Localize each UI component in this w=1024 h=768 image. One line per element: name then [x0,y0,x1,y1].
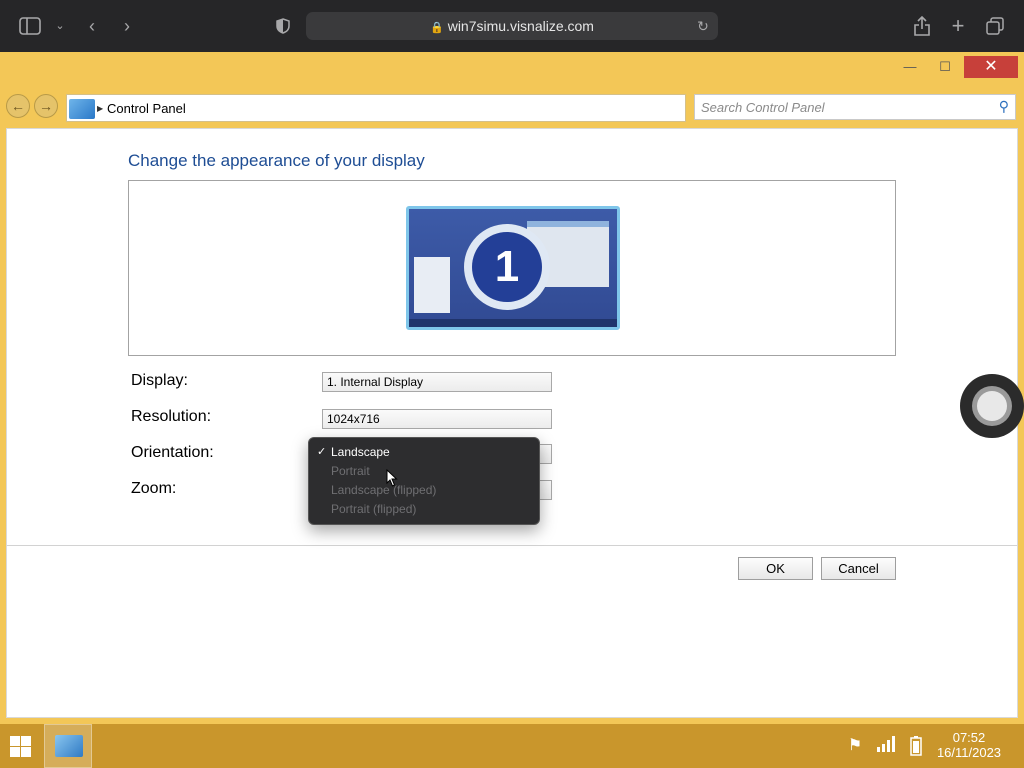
monitor-number-badge: 1 [464,224,550,310]
system-clock[interactable]: 07:52 16/11/2023 [930,730,1008,760]
sidebar-icon[interactable] [18,14,42,38]
display-preview: 1 [128,180,896,356]
page-title: Change the appearance of your display [128,151,425,170]
content-pane: Change the appearance of your display 1 … [6,128,1018,718]
divider [7,545,1017,546]
battery-icon[interactable] [906,736,926,756]
mouse-cursor-icon [386,469,398,487]
resolution-label: Resolution: [131,408,212,425]
url-text: win7simu.visnalize.com [447,18,594,34]
orientation-option-portrait-flipped[interactable]: Portrait (flipped) [309,500,539,519]
orientation-option-landscape-flipped[interactable]: Landscape (flipped) [309,481,539,500]
search-icon[interactable]: ⚲ [999,98,1009,115]
display-select[interactable]: 1. Internal Display [322,372,552,392]
back-icon[interactable]: ‹ [80,14,104,38]
address-bar[interactable]: ▶ Control Panel [66,94,686,122]
breadcrumb-control-panel[interactable]: Control Panel [107,95,186,123]
reload-icon[interactable]: ↻ [694,12,712,40]
search-input[interactable] [695,95,985,119]
chevron-down-icon[interactable]: ⌄ [48,14,72,38]
clock-date: 16/11/2023 [936,745,1002,760]
checkmark-icon: ✓ [317,446,327,458]
monitor-number: 1 [472,232,542,302]
browser-toolbar: ⌄ ‹ › 🔒 win7simu.visnalize.com ↻ + [0,0,1024,52]
url-bar[interactable]: 🔒 win7simu.visnalize.com ↻ [306,12,718,40]
monitor-window-left [414,257,450,313]
flag-icon[interactable]: ⚑ [845,736,865,756]
windows-start-icon[interactable] [8,734,32,758]
monitor-taskbar [409,319,617,327]
display-label: Display: [131,372,188,389]
minimize-button[interactable]: — [892,56,928,78]
control-panel-icon [55,735,83,757]
breadcrumb-arrow-icon[interactable]: ▶ [97,95,103,123]
control-panel-icon [69,99,95,119]
new-tab-icon[interactable]: + [946,14,970,38]
monitor-image[interactable]: 1 [406,206,620,330]
control-panel-window: — ☐ ✕ ← → ▶ Control Panel ⚲ Change the a… [0,52,1024,724]
nav-forward-button[interactable]: → [34,94,58,118]
search-box[interactable]: ⚲ [694,94,1016,120]
orientation-option-landscape[interactable]: ✓ Landscape [309,443,539,462]
nav-back-button[interactable]: ← [6,94,30,118]
tabs-overview-icon[interactable] [983,14,1007,38]
resolution-select[interactable]: 1024x716 [322,409,552,429]
assistive-touch-button[interactable] [960,374,1024,438]
zoom-label: Zoom: [131,480,177,497]
close-button[interactable]: ✕ [964,56,1018,78]
forward-icon[interactable]: › [115,14,139,38]
cancel-button[interactable]: Cancel [821,557,896,580]
ok-button[interactable]: OK [738,557,813,580]
taskbar-control-panel-app[interactable] [44,724,92,768]
maximize-button[interactable]: ☐ [927,56,963,78]
orientation-option-portrait[interactable]: Portrait [309,462,539,481]
clock-time: 07:52 [952,730,986,745]
lock-icon: 🔒 [430,22,444,34]
orientation-label: Orientation: [131,444,214,461]
shield-icon[interactable] [271,14,295,38]
orientation-dropdown-menu: ✓ Landscape Portrait Landscape (flipped)… [308,437,540,525]
signal-icon[interactable] [876,736,896,756]
assistive-touch-core [977,391,1007,421]
taskbar: ⚑ 07:52 16/11/2023 [0,724,1024,768]
share-icon[interactable] [910,14,934,38]
